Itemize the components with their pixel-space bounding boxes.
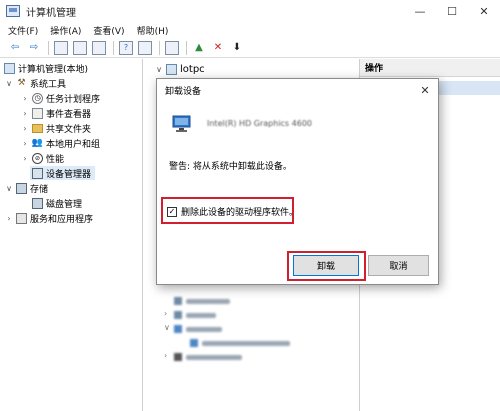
cancel-button[interactable]: 取消 xyxy=(368,255,429,276)
tree-label: 存储 xyxy=(30,184,49,195)
disk-icon xyxy=(32,197,43,209)
window-title: 计算机管理 xyxy=(26,7,76,19)
tree-label: 服务和应用程序 xyxy=(30,214,94,225)
toolbar-separator xyxy=(113,40,114,55)
menu-action[interactable]: 操作(A) xyxy=(44,24,87,37)
toolbar-separator xyxy=(186,40,187,55)
performance-icon: ⊘ xyxy=(32,152,43,164)
update-driver-icon[interactable]: ▲ xyxy=(192,41,206,55)
device-row[interactable] xyxy=(190,338,290,348)
tools-icon: ⚒ xyxy=(17,78,26,88)
collapse-chevron-icon[interactable]: ∨ xyxy=(4,79,14,88)
remove-device-icon[interactable]: ✕ xyxy=(211,41,225,55)
expand-chevron-icon[interactable]: › xyxy=(4,214,14,223)
tree-item-shared-folders[interactable]: › 共享文件夹 xyxy=(20,121,91,135)
tree-label: 系统工具 xyxy=(30,79,67,90)
tree-item-root[interactable]: 计算机管理(本地) xyxy=(2,61,88,75)
toolbar-separator xyxy=(159,40,160,55)
window-controls: — ☐ ✕ xyxy=(404,0,500,22)
tree-item-device-manager[interactable]: 设备管理器 xyxy=(30,166,96,180)
menu-file[interactable]: 文件(F) xyxy=(0,24,44,37)
delete-driver-checkbox-label: 删除此设备的驱动程序软件。 xyxy=(181,208,299,218)
device-category-row[interactable] xyxy=(174,352,242,362)
expand-chevron-icon[interactable]: › xyxy=(20,139,30,148)
tree-label: 性能 xyxy=(46,154,65,165)
list-view-icon[interactable] xyxy=(92,40,106,55)
tree-label: 事件查看器 xyxy=(46,109,92,120)
tree-item-task-scheduler[interactable]: › ◷ 任务计划程序 xyxy=(20,91,100,105)
users-icon: 👥 xyxy=(31,138,44,148)
tree-item-performance[interactable]: › ⊘ 性能 xyxy=(20,151,64,165)
storage-icon xyxy=(16,182,27,194)
expand-chevron-icon[interactable]: › xyxy=(20,124,30,133)
tree-label: 任务计划程序 xyxy=(46,94,101,105)
expand-chevron-icon[interactable]: › xyxy=(164,309,167,318)
event-log-icon xyxy=(32,107,43,119)
close-button[interactable]: ✕ xyxy=(468,0,500,22)
device-category-row[interactable] xyxy=(174,310,216,320)
folder-icon xyxy=(32,123,43,133)
device-category-row[interactable] xyxy=(174,296,230,306)
expand-chevron-icon[interactable]: › xyxy=(20,94,30,103)
properties-icon[interactable] xyxy=(138,40,152,55)
tree-label: 共享文件夹 xyxy=(46,124,92,135)
download-icon[interactable]: ⬇ xyxy=(230,41,244,55)
tree-item-services-apps[interactable]: › 服务和应用程序 xyxy=(4,211,93,225)
services-icon xyxy=(16,212,27,224)
forward-arrow-icon[interactable]: ⇨ xyxy=(27,41,41,55)
tree-item-system-tools[interactable]: ∨ ⚒ 系统工具 xyxy=(4,76,66,90)
device-tree-root-label: lotpc xyxy=(180,63,205,75)
tree-item-storage[interactable]: ∨ 存储 xyxy=(4,181,48,195)
expand-chevron-icon[interactable]: › xyxy=(20,154,30,163)
menu-bar: 文件(F) 操作(A) 查看(V) 帮助(H) xyxy=(0,22,500,38)
delete-driver-checkbox-row[interactable]: ✓ 删除此设备的驱动程序软件。 xyxy=(167,205,298,218)
back-arrow-icon[interactable]: ⇦ xyxy=(8,41,22,55)
expand-chevron-icon[interactable]: › xyxy=(164,351,167,360)
expand-chevron-icon[interactable]: › xyxy=(20,109,30,118)
tree-label: 磁盘管理 xyxy=(46,199,83,210)
dialog-title-bar: 卸载设备 ✕ xyxy=(157,79,438,101)
uninstall-button[interactable]: 卸载 xyxy=(293,255,359,276)
device-tree-root[interactable]: ∨ lotpc xyxy=(154,62,205,76)
uninstall-device-dialog: 卸载设备 ✕ Intel(R) HD Graphics 4600 警告: 将从系… xyxy=(156,78,439,285)
monitor-icon[interactable] xyxy=(165,40,179,55)
device-name: Intel(R) HD Graphics 4600 xyxy=(207,119,313,128)
tree-label: 本地用户和组 xyxy=(46,139,101,150)
computer-icon xyxy=(4,62,15,74)
display-adapter-icon xyxy=(172,115,191,132)
up-folder-icon[interactable] xyxy=(54,40,68,55)
delete-driver-checkbox[interactable]: ✓ xyxy=(167,206,177,217)
collapse-chevron-icon[interactable]: ∨ xyxy=(154,65,164,74)
toolbar-separator xyxy=(48,40,49,55)
collapse-chevron-icon[interactable]: ∨ xyxy=(4,184,14,193)
help-icon[interactable]: ? xyxy=(119,40,133,55)
menu-view[interactable]: 查看(V) xyxy=(87,24,130,37)
warning-text: 警告: 将从系统中卸载此设备。 xyxy=(169,162,292,172)
navigation-tree: 计算机管理(本地) ∨ ⚒ 系统工具 › ◷ 任务计划程序 › 事件查看器 › … xyxy=(0,59,143,411)
minimize-button[interactable]: — xyxy=(404,0,436,22)
collapse-chevron-icon[interactable]: ∨ xyxy=(164,323,170,332)
menu-help[interactable]: 帮助(H) xyxy=(131,24,175,37)
dialog-title: 卸载设备 xyxy=(165,86,202,97)
toolbar: ⇦ ⇨ ? ▲ ✕ ⬇ xyxy=(0,38,500,58)
computer-icon xyxy=(166,63,177,75)
tree-item-disk-management[interactable]: 磁盘管理 xyxy=(30,196,82,210)
title-bar: 计算机管理 — ☐ ✕ xyxy=(0,0,500,22)
dialog-close-button[interactable]: ✕ xyxy=(412,84,438,97)
device-category-row[interactable] xyxy=(174,324,222,334)
clock-icon: ◷ xyxy=(32,92,43,104)
maximize-button[interactable]: ☐ xyxy=(436,0,468,22)
tree-item-event-viewer[interactable]: › 事件查看器 xyxy=(20,106,91,120)
actions-header: 操作 xyxy=(360,59,500,77)
show-tree-icon[interactable] xyxy=(73,40,87,55)
tree-label: 设备管理器 xyxy=(46,169,92,180)
computer-management-icon xyxy=(6,5,20,17)
tree-label: 计算机管理(本地) xyxy=(18,64,89,75)
device-manager-icon xyxy=(32,167,43,179)
tree-item-local-users[interactable]: › 👥 本地用户和组 xyxy=(20,136,100,150)
